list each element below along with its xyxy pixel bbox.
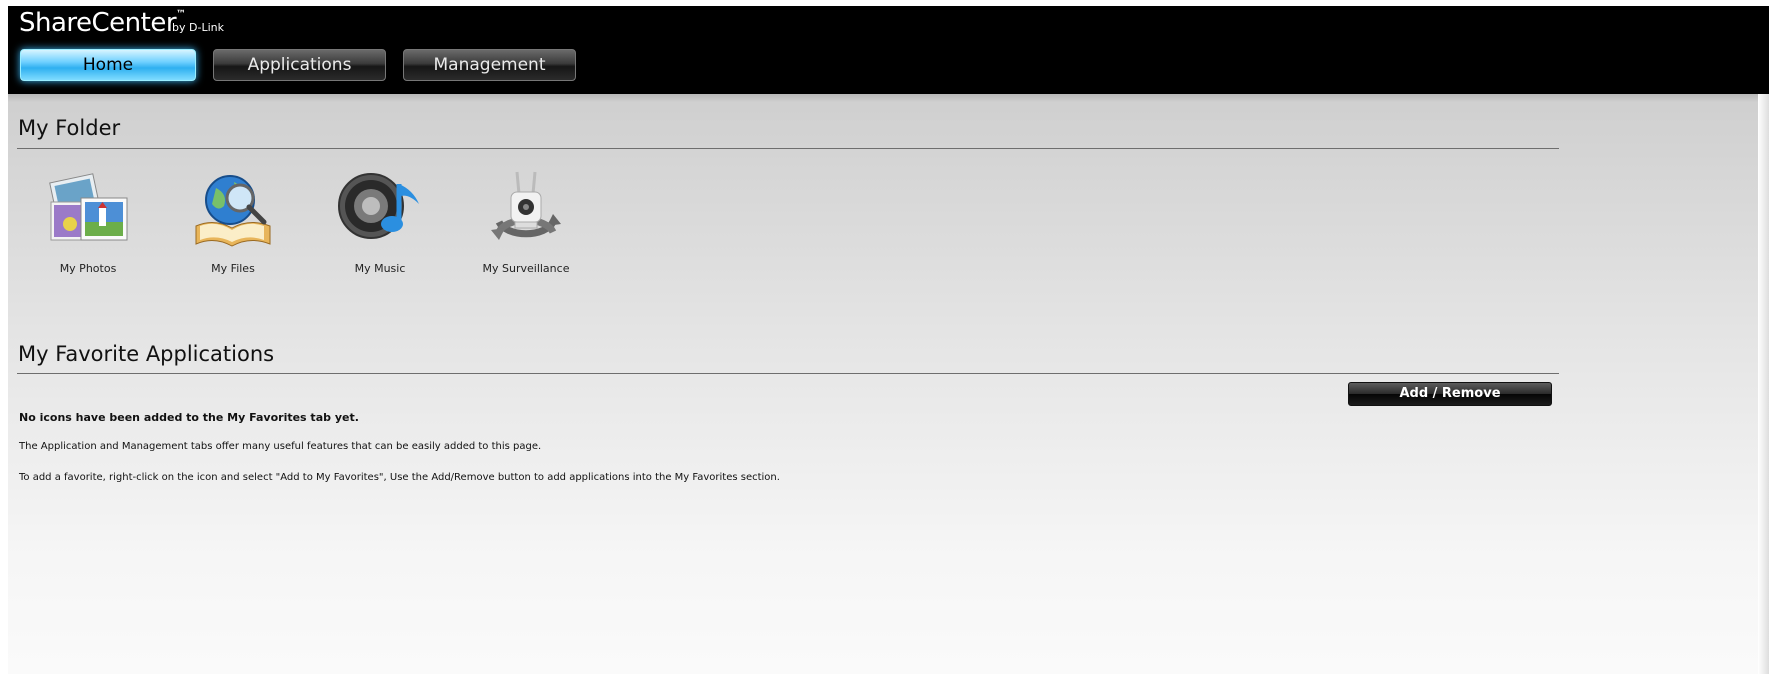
tab-home[interactable]: Home	[20, 49, 196, 81]
music-icon	[335, 164, 425, 254]
top-header: ShareCenter™by D-Link Home Applications …	[8, 6, 1769, 94]
favorites-title: My Favorite Applications	[18, 342, 275, 366]
photos-icon	[43, 164, 133, 254]
my-folder-title: My Folder	[18, 116, 121, 140]
folder-label: My Photos	[59, 262, 117, 275]
favorites-info-line-1: The Application and Management tabs offe…	[19, 441, 542, 452]
byline: by D-Link	[172, 21, 225, 34]
files-icon	[188, 164, 278, 254]
folder-label: My Files	[211, 262, 255, 275]
my-folder-divider	[17, 148, 1559, 149]
favorites-empty-heading: No icons have been added to the My Favor…	[19, 411, 359, 424]
favorites-divider	[17, 373, 1559, 374]
folder-label: My Surveillance	[482, 262, 570, 275]
main-content: My Folder My Photos My Files My Music My…	[8, 94, 1769, 674]
window-edge	[1758, 94, 1769, 674]
folder-my-files[interactable]: My Files	[178, 164, 288, 275]
folder-my-photos[interactable]: My Photos	[33, 164, 143, 275]
sharecenter-logo: ShareCenter™by D-Link	[19, 8, 238, 38]
trademark: ™	[176, 9, 187, 20]
favorites-info-line-2: To add a favorite, right-click on the ic…	[19, 472, 780, 483]
folder-label: My Music	[354, 262, 406, 275]
folder-my-music[interactable]: My Music	[325, 164, 435, 275]
add-remove-button[interactable]: Add / Remove	[1348, 382, 1552, 406]
tab-management[interactable]: Management	[403, 49, 576, 81]
surveillance-camera-icon	[481, 164, 571, 254]
brand-name: ShareCenter	[19, 8, 177, 38]
folder-my-surveillance[interactable]: My Surveillance	[471, 164, 581, 275]
tab-applications[interactable]: Applications	[213, 49, 386, 81]
